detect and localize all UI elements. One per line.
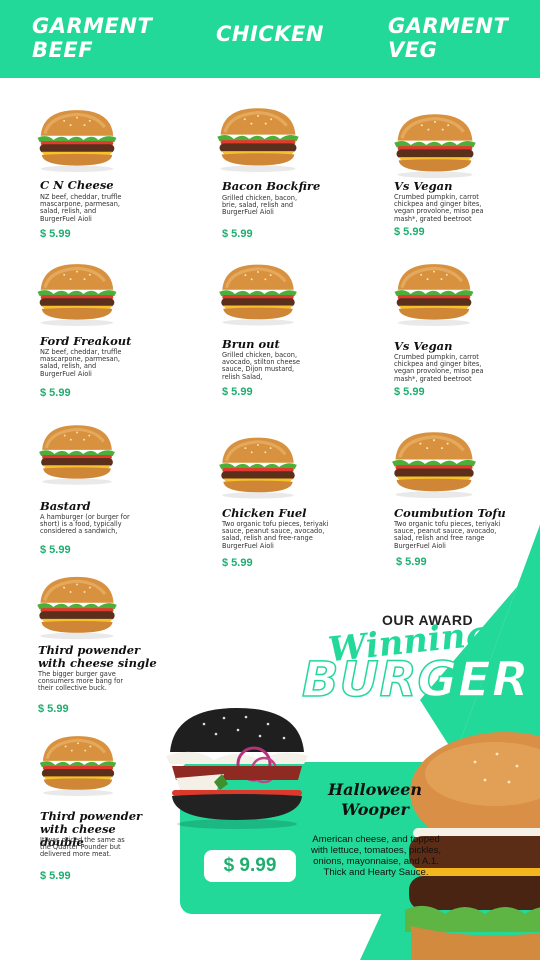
category-header: GARMENT BEEF CHICKEN GARMENT VEG bbox=[0, 0, 540, 78]
category-garment-veg[interactable]: GARMENT VEG bbox=[388, 14, 508, 62]
featured-name: Halloween Wooper bbox=[327, 780, 423, 819]
burger-image bbox=[390, 262, 478, 326]
item-price: $ 5.99 bbox=[396, 556, 427, 568]
burger-image bbox=[34, 108, 120, 172]
item-name: Vs Vegan bbox=[394, 179, 453, 193]
item-description: A hamburger (or burger for short) is a f… bbox=[40, 513, 130, 536]
item-name: Coumbution Tofu bbox=[394, 506, 506, 520]
category-chicken[interactable]: CHICKEN bbox=[216, 22, 324, 46]
item-price: $ 5.99 bbox=[40, 228, 71, 240]
burger-image bbox=[216, 434, 300, 500]
item-description: Grilled chicken, bacon, avocado, stilton… bbox=[222, 351, 301, 381]
item-description: Crumbed pumpkin, carrot chickpea and gin… bbox=[394, 353, 484, 383]
item-name: Chicken Fuel bbox=[222, 506, 307, 520]
item-price: $ 5.99 bbox=[222, 228, 253, 240]
item-name: C N Cheese bbox=[40, 178, 114, 192]
item-description: The bigger burger gave consumers more ba… bbox=[38, 670, 124, 693]
burger-image bbox=[36, 422, 118, 486]
black-burger-image bbox=[166, 708, 308, 829]
burger-image bbox=[34, 574, 120, 640]
award-heading-large: BURGER bbox=[301, 651, 530, 709]
burger-image bbox=[36, 734, 120, 796]
item-price: $ 5.99 bbox=[394, 386, 425, 398]
item-description: NZ beef, cheddar, truffle mascarpone, pa… bbox=[40, 193, 122, 223]
featured-price: $ 9.99 bbox=[204, 850, 296, 882]
burger-image bbox=[34, 262, 120, 326]
item-name: Vs Vegan bbox=[394, 339, 453, 353]
featured-description: American cheese, and topped with lettuce… bbox=[310, 834, 442, 878]
item-description: Two organic tofu pieces, teriyaki sauce,… bbox=[222, 520, 329, 550]
item-price: $ 5.99 bbox=[222, 557, 253, 569]
item-description: Crumbed pumpkin, carrot chickpea and gin… bbox=[394, 193, 484, 223]
item-price: $ 5.99 bbox=[40, 387, 71, 399]
item-price: $ 5.99 bbox=[40, 870, 71, 882]
item-price: $ 5.99 bbox=[40, 544, 71, 556]
item-price: $ 5.99 bbox=[222, 386, 253, 398]
item-description: NZ beef, cheddar, truffle mascarpone, pa… bbox=[40, 348, 122, 378]
burger-image bbox=[216, 262, 300, 326]
item-name: Bacon Bockfire bbox=[222, 179, 321, 193]
burger-image bbox=[388, 430, 480, 498]
item-name: Brun out bbox=[222, 337, 280, 351]
item-name: Third powender with cheese single bbox=[38, 643, 157, 670]
item-name: Ford Freakout bbox=[40, 334, 132, 348]
burger-image bbox=[390, 112, 480, 178]
item-price: $ 5.99 bbox=[38, 703, 69, 715]
item-description: Grilled chicken, bacon, brie, salad, rel… bbox=[222, 194, 298, 217]
burger-image bbox=[214, 106, 302, 172]
item-description: It was priced the same as the Quarter Po… bbox=[40, 836, 125, 859]
item-price: $ 5.99 bbox=[394, 226, 425, 238]
item-name: Bastard bbox=[40, 499, 91, 513]
item-description: Two organic tofu pieces, teriyaki sauce,… bbox=[394, 520, 501, 550]
category-garment-beef[interactable]: GARMENT BEEF bbox=[32, 14, 152, 62]
